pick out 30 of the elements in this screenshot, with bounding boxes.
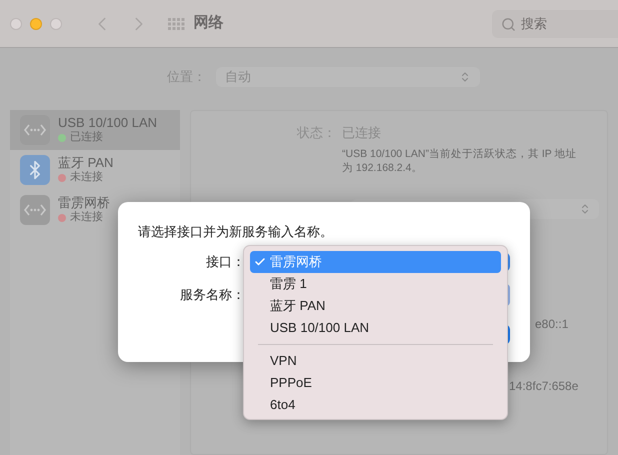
ethernet-icon (20, 195, 50, 225)
check-icon (254, 256, 266, 268)
chevron-icon (579, 202, 591, 214)
bluetooth-icon (20, 155, 50, 185)
minimize-button[interactable] (30, 18, 42, 30)
menu-item[interactable]: 6to4 (250, 394, 501, 416)
menu-item[interactable]: 蓝牙 PAN (250, 295, 501, 317)
chevron-icon (459, 71, 471, 83)
service-status: 未连接 (70, 170, 103, 185)
zoom-button[interactable] (50, 18, 62, 30)
field-label: 服务名称： (179, 286, 245, 304)
ethernet-icon (20, 115, 50, 145)
address-text: 14:8fc7:658e (509, 378, 580, 394)
service-name: USB 10/100 LAN (58, 115, 158, 130)
close-button[interactable] (10, 18, 22, 30)
window-title: 网络 (194, 13, 224, 34)
address-text: e80::1 (535, 316, 570, 332)
service-name: 蓝牙 PAN (58, 155, 114, 170)
menu-item[interactable]: PPPoE (250, 372, 501, 394)
menu-item[interactable]: VPN (250, 350, 501, 372)
status-description: “USB 10/100 LAN”当前处于活跃状态，其 IP 地址为 192.168.2.4。 (342, 146, 577, 174)
service-name: 雷雳网桥 (58, 195, 110, 210)
service-status: 已连接 (70, 130, 103, 145)
service-status: 未连接 (70, 210, 103, 225)
search-icon (501, 16, 516, 32)
field-label: 接口： (205, 252, 245, 271)
search-field[interactable]: 搜索 (492, 10, 618, 38)
menu-item[interactable]: USB 10/100 LAN (250, 317, 501, 339)
menu-item[interactable]: 雷雳 1 (250, 273, 501, 295)
grid-icon[interactable] (168, 18, 184, 30)
